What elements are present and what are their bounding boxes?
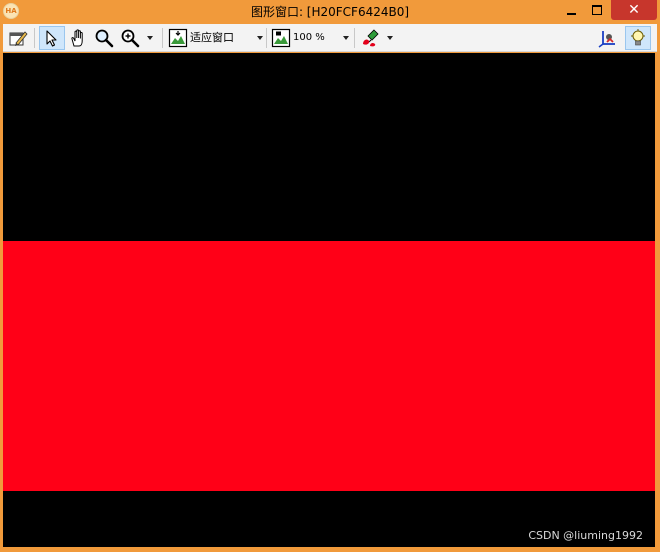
magnifier-tool-button[interactable]: [92, 26, 116, 50]
pan-tool-button[interactable]: [66, 26, 90, 50]
light-button[interactable]: [625, 26, 651, 50]
zoom-percent-button[interactable]: [270, 26, 292, 50]
axes-icon: [598, 31, 615, 48]
minimize-icon: [566, 13, 576, 15]
zoom-tool-button[interactable]: [118, 26, 142, 50]
toolbar: 适应窗口 100 %: [3, 24, 657, 52]
close-button[interactable]: ✕: [611, 0, 657, 20]
zoom-percent-dropdown-arrow[interactable]: [343, 36, 349, 40]
color-button[interactable]: [359, 26, 383, 50]
magnifier-icon: [95, 29, 114, 48]
zoom-percent-icon: [271, 28, 291, 48]
axes-button[interactable]: [595, 26, 619, 50]
maximize-button[interactable]: [584, 0, 610, 20]
close-icon: ✕: [628, 2, 640, 18]
toolbar-separator: [354, 28, 355, 48]
lightbulb-icon: [631, 29, 645, 46]
graphics-window: HA 图形窗口: [H20FCF6424B0] ✕ 适应窗口 100 % CSD…: [0, 0, 660, 552]
color-paint-icon: [363, 29, 379, 47]
fit-window-button[interactable]: [167, 26, 189, 50]
title-bar[interactable]: HA 图形窗口: [H20FCF6424B0] ✕: [0, 0, 660, 24]
zoom-dropdown-arrow[interactable]: [147, 36, 153, 40]
color-dropdown-arrow[interactable]: [387, 36, 393, 40]
maximize-icon: [592, 5, 602, 15]
edit-window-icon: [9, 31, 28, 46]
zoom-in-icon: [121, 29, 140, 48]
red-region: [3, 241, 655, 491]
pointer-icon: [46, 30, 57, 47]
minimize-button[interactable]: [558, 0, 584, 20]
watermark: CSDN @liuming1992: [528, 529, 643, 542]
fit-window-label[interactable]: 适应窗口: [190, 31, 234, 44]
toolbar-separator: [162, 28, 163, 48]
image-canvas[interactable]: CSDN @liuming1992: [3, 53, 655, 547]
fit-window-icon: [168, 28, 188, 48]
pointer-tool-button[interactable]: [39, 26, 65, 50]
zoom-percent-value[interactable]: 100 %: [293, 31, 325, 44]
hand-pan-icon: [71, 29, 83, 47]
edit-window-button[interactable]: [6, 26, 30, 50]
fit-window-dropdown-arrow[interactable]: [257, 36, 263, 40]
toolbar-separator: [34, 28, 35, 48]
toolbar-separator: [266, 28, 267, 48]
